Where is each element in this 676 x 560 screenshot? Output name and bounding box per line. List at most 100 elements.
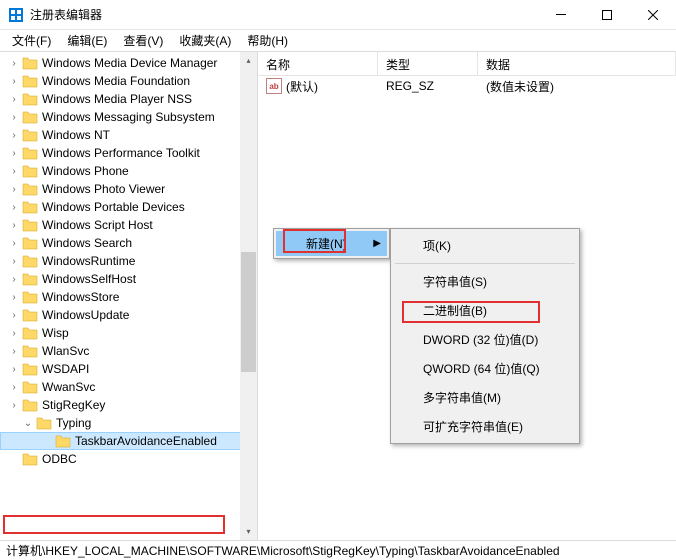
- tree-item-label: WindowsStore: [42, 290, 119, 304]
- tree-item[interactable]: › Windows Media Device Manager: [0, 54, 257, 72]
- tree-item[interactable]: › Windows NT: [0, 126, 257, 144]
- tree-item[interactable]: › Windows Search: [0, 234, 257, 252]
- tree-scrollbar[interactable]: ▴ ▾: [240, 52, 257, 540]
- registry-editor-icon: [8, 7, 24, 23]
- context-menu: 新建(N) ▶: [273, 228, 390, 259]
- tree-item-label: StigRegKey: [42, 398, 105, 412]
- folder-icon: [22, 110, 38, 124]
- submenu-key[interactable]: 项(K): [393, 231, 577, 260]
- tree-item[interactable]: › WSDAPI: [0, 360, 257, 378]
- tree-item[interactable]: ›Wisp: [0, 324, 257, 342]
- expand-icon[interactable]: ›: [8, 130, 20, 141]
- tree-item-label: Windows Performance Toolkit: [42, 146, 200, 160]
- expand-icon[interactable]: ›: [8, 166, 20, 177]
- expand-icon[interactable]: ›: [8, 256, 20, 267]
- maximize-button[interactable]: [584, 0, 630, 30]
- menu-favorites[interactable]: 收藏夹(A): [171, 30, 239, 51]
- expand-icon[interactable]: ›: [8, 58, 20, 69]
- folder-icon: [22, 290, 38, 304]
- tree-item[interactable]: › WindowsStore: [0, 288, 257, 306]
- tree-item-label: WSDAPI: [42, 362, 89, 376]
- expand-icon[interactable]: ›: [8, 382, 20, 393]
- tree-item[interactable]: ›WlanSvc: [0, 342, 257, 360]
- tree-item[interactable]: › StigRegKey: [0, 396, 257, 414]
- scroll-thumb[interactable]: [241, 252, 256, 372]
- minimize-button[interactable]: [538, 0, 584, 30]
- tree-item[interactable]: ›WindowsUpdate: [0, 306, 257, 324]
- expand-icon[interactable]: ›: [8, 274, 20, 285]
- context-menu-new-label: 新建(N): [306, 235, 347, 252]
- col-type[interactable]: 类型: [378, 52, 478, 75]
- menu-file[interactable]: 文件(F): [4, 30, 59, 51]
- tree-item[interactable]: › Windows Media Player NSS: [0, 90, 257, 108]
- tree-item[interactable]: TaskbarAvoidanceEnabled: [0, 432, 257, 450]
- tree-item[interactable]: › Windows Phone: [0, 162, 257, 180]
- expand-icon[interactable]: ›: [8, 238, 20, 249]
- expand-icon[interactable]: ›: [8, 400, 20, 411]
- expand-icon[interactable]: ›: [8, 292, 20, 303]
- expand-icon[interactable]: ›: [8, 184, 20, 195]
- folder-icon: [36, 416, 52, 430]
- expand-icon[interactable]: ›: [8, 310, 20, 321]
- context-menu-new[interactable]: 新建(N) ▶: [276, 231, 387, 256]
- value-name: (默认): [286, 78, 318, 95]
- collapse-icon[interactable]: ⌄: [22, 418, 34, 429]
- expand-icon[interactable]: ›: [8, 328, 20, 339]
- submenu-binary[interactable]: 二进制值(B): [393, 296, 577, 325]
- tree-item[interactable]: ›Windows Photo Viewer: [0, 180, 257, 198]
- col-name[interactable]: 名称: [258, 52, 378, 75]
- folder-icon: [22, 272, 38, 286]
- tree-item-label: Windows Media Device Manager: [42, 56, 217, 70]
- folder-icon: [22, 200, 38, 214]
- expand-icon[interactable]: ›: [8, 364, 20, 375]
- expand-icon[interactable]: ›: [8, 76, 20, 87]
- tree-item[interactable]: › WindowsRuntime: [0, 252, 257, 270]
- expand-icon[interactable]: ›: [8, 220, 20, 231]
- registry-tree[interactable]: ›Windows Media Device Manager›Windows Me…: [0, 52, 257, 470]
- folder-icon: [22, 344, 38, 358]
- tree-item[interactable]: ›WindowsSelfHost: [0, 270, 257, 288]
- submenu-expand-string[interactable]: 可扩充字符串值(E): [393, 412, 577, 441]
- tree-item-label: Typing: [56, 416, 91, 430]
- list-header: 名称 类型 数据: [258, 52, 676, 76]
- tree-item-label: Windows Messaging Subsystem: [42, 110, 215, 124]
- folder-icon: [22, 74, 38, 88]
- scroll-down-button[interactable]: ▾: [240, 523, 257, 540]
- values-panel: 名称 类型 数据 ab (默认) REG_SZ (数值未设置) 新建(N) ▶ …: [258, 52, 676, 540]
- status-path: 计算机\HKEY_LOCAL_MACHINE\SOFTWARE\Microsof…: [6, 542, 560, 559]
- tree-item-label: Windows NT: [42, 128, 110, 142]
- menu-help[interactable]: 帮助(H): [239, 30, 296, 51]
- submenu-dword[interactable]: DWORD (32 位)值(D): [393, 325, 577, 354]
- tree-item[interactable]: ODBC: [0, 450, 257, 468]
- expand-icon[interactable]: ›: [8, 112, 20, 123]
- cell-name: ab (默认): [258, 76, 378, 97]
- tree-item-label: WindowsRuntime: [42, 254, 135, 268]
- col-data[interactable]: 数据: [478, 52, 676, 75]
- tree-item[interactable]: ›Windows Portable Devices: [0, 198, 257, 216]
- tree-item[interactable]: ⌄ Typing: [0, 414, 257, 432]
- submenu-qword[interactable]: QWORD (64 位)值(Q): [393, 354, 577, 383]
- tree-item[interactable]: › Windows Messaging Subsystem: [0, 108, 257, 126]
- folder-icon: [22, 326, 38, 340]
- tree-item-label: Windows Phone: [42, 164, 129, 178]
- list-row[interactable]: ab (默认) REG_SZ (数值未设置): [258, 76, 676, 96]
- submenu-multi-string[interactable]: 多字符串值(M): [393, 383, 577, 412]
- expand-icon[interactable]: ›: [8, 94, 20, 105]
- tree-item[interactable]: ›Windows Script Host: [0, 216, 257, 234]
- menu-view[interactable]: 查看(V): [115, 30, 171, 51]
- scroll-up-button[interactable]: ▴: [240, 52, 257, 69]
- menubar: 文件(F) 编辑(E) 查看(V) 收藏夹(A) 帮助(H): [0, 30, 676, 52]
- submenu-string[interactable]: 字符串值(S): [393, 267, 577, 296]
- expand-icon[interactable]: ›: [8, 202, 20, 213]
- folder-icon: [22, 182, 38, 196]
- expand-icon[interactable]: ›: [8, 148, 20, 159]
- menu-edit[interactable]: 编辑(E): [59, 30, 115, 51]
- close-button[interactable]: [630, 0, 676, 30]
- expand-icon[interactable]: ›: [8, 346, 20, 357]
- tree-item[interactable]: › Windows Performance Toolkit: [0, 144, 257, 162]
- folder-icon: [22, 236, 38, 250]
- tree-item-label: Windows Search: [42, 236, 132, 250]
- tree-item[interactable]: ›Windows Media Foundation: [0, 72, 257, 90]
- tree-item-label: Windows Media Player NSS: [42, 92, 192, 106]
- tree-item[interactable]: ›WwanSvc: [0, 378, 257, 396]
